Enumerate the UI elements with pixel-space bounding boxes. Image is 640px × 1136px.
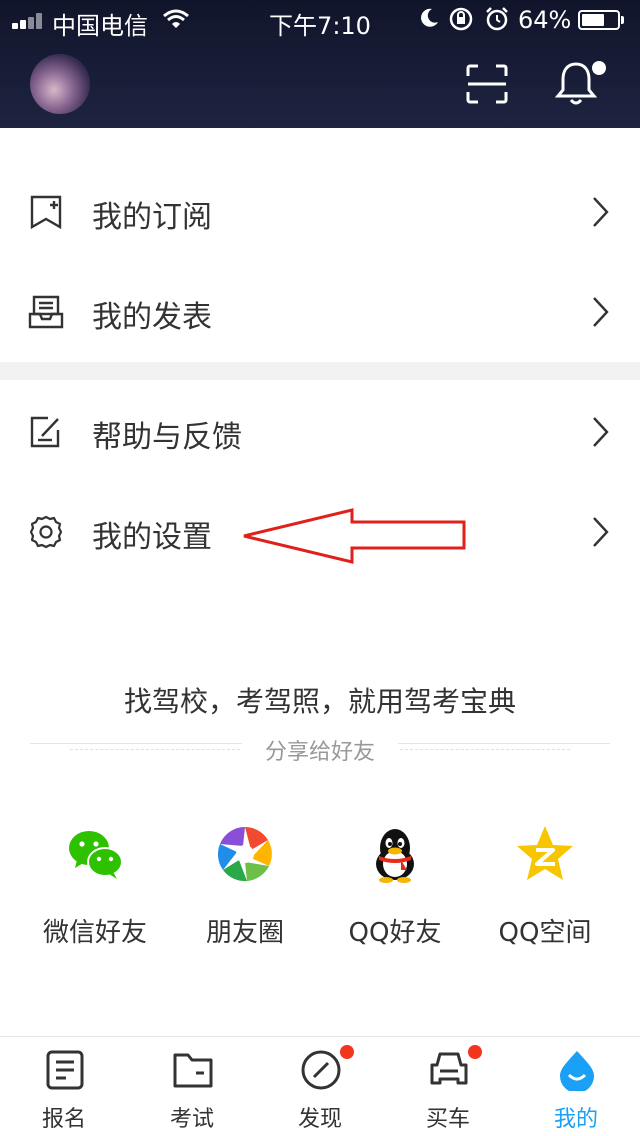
divider-line	[398, 743, 610, 744]
tab-signup[interactable]: 报名	[0, 1037, 128, 1136]
rotation-lock-icon	[449, 7, 473, 31]
divider-dash	[400, 749, 570, 750]
bookmark-plus-icon	[30, 195, 62, 230]
menu-item-label: 帮助与反馈	[92, 420, 242, 455]
tab-label: 发现	[297, 1107, 342, 1132]
tab-label: 报名	[41, 1107, 86, 1132]
menu-item-label: 我的订阅	[92, 200, 212, 235]
share-qzone[interactable]: QQ空间	[470, 820, 620, 950]
chevron-right-icon	[593, 297, 609, 327]
tab-discover[interactable]: 发现	[256, 1037, 384, 1136]
tab-profile[interactable]: 我的	[512, 1037, 640, 1136]
battery-icon	[578, 10, 620, 30]
tab-exam[interactable]: 考试	[128, 1037, 256, 1136]
menu-item-posts[interactable]: 我的发表	[0, 262, 640, 362]
tab-label: 买车	[425, 1107, 470, 1132]
alarm-icon	[486, 7, 508, 31]
discover-icon	[301, 1050, 341, 1090]
section-divider	[0, 362, 640, 380]
share-label: QQ好友	[348, 918, 442, 948]
car-icon	[430, 1052, 468, 1085]
menu-item-label: 我的发表	[92, 300, 212, 335]
badge-dot	[340, 1045, 354, 1059]
battery-tip	[621, 16, 624, 24]
menu-item-help-feedback[interactable]: 帮助与反馈	[0, 382, 640, 482]
avatar[interactable]	[30, 54, 90, 114]
inbox-icon	[28, 295, 64, 329]
exam-icon	[173, 1053, 213, 1088]
tab-bar: 报名 考试 发现 买车 我的	[0, 1036, 640, 1136]
edit-icon	[30, 416, 60, 448]
qzone-icon	[517, 826, 573, 880]
share-wechat-friend[interactable]: 微信好友	[20, 820, 170, 950]
share-moments[interactable]: 朋友圈	[170, 820, 320, 950]
moments-icon	[217, 827, 272, 882]
tab-label: 考试	[169, 1107, 214, 1132]
share-label: QQ空间	[498, 918, 592, 948]
chevron-right-icon	[593, 197, 609, 227]
qq-icon	[376, 829, 414, 883]
chevron-right-icon	[593, 517, 609, 547]
scan-icon[interactable]	[466, 64, 508, 104]
wechat-icon	[69, 831, 123, 879]
share-label: 微信好友	[42, 918, 147, 948]
share-title: 分享给好友	[264, 740, 375, 765]
annotation-arrow	[243, 508, 466, 564]
status-bar: 中国电信 下午7:10 64%	[0, 0, 640, 40]
tab-label: 我的	[553, 1107, 598, 1132]
tab-buy-car[interactable]: 买车	[384, 1037, 512, 1136]
share-qq-friend[interactable]: QQ好友	[320, 820, 470, 950]
menu-item-subscriptions[interactable]: 我的订阅	[0, 162, 640, 262]
slogan: 找驾校，考驾照，就用驾考宝典	[123, 685, 516, 718]
header: 中国电信 下午7:10 64%	[0, 0, 640, 128]
chevron-right-icon	[593, 417, 609, 447]
battery-percent: 64%	[518, 6, 572, 34]
notification-dot	[592, 61, 606, 75]
profile-icon	[560, 1051, 594, 1091]
signup-icon	[46, 1050, 84, 1090]
badge-dot	[468, 1045, 482, 1059]
moon-icon	[421, 8, 438, 27]
menu-item-label: 我的设置	[92, 520, 212, 555]
share-label: 朋友圈	[205, 918, 284, 948]
gear-icon	[29, 515, 63, 549]
